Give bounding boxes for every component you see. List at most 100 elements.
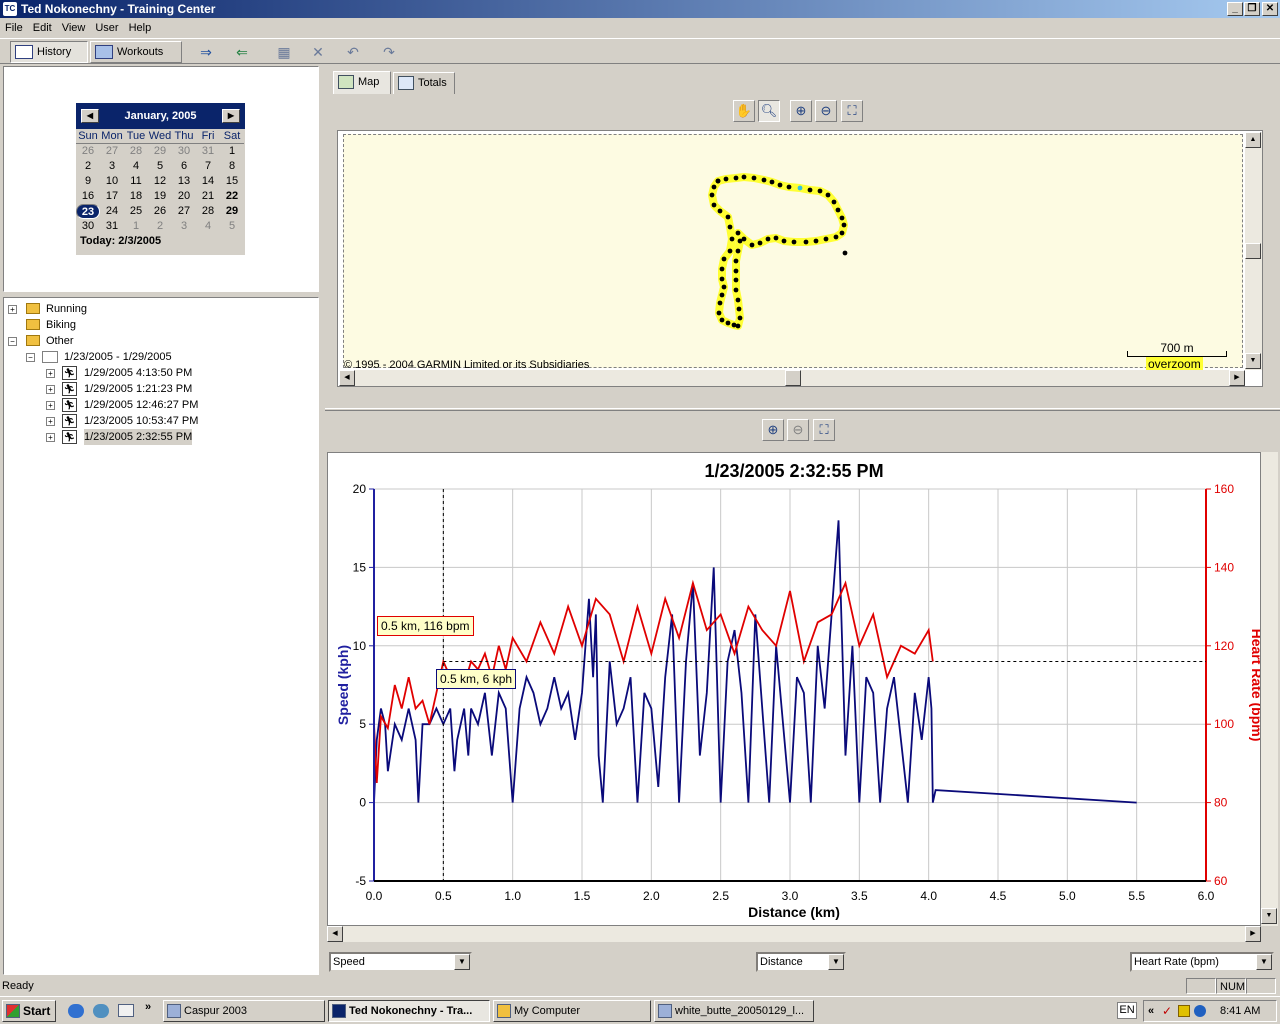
calendar-day[interactable]: 5 [148, 159, 172, 174]
chart-horizontal-scrollbar[interactable]: ◀ ▶ [327, 926, 1261, 942]
expand-icon[interactable]: + [46, 385, 55, 394]
calendar-day[interactable]: 18 [124, 189, 148, 204]
map-vertical-scrollbar[interactable]: ▲ ▼ [1245, 132, 1262, 370]
expand-icon[interactable]: + [46, 369, 55, 378]
prev-month-button[interactable]: ◀ [81, 109, 99, 123]
scroll-right-icon[interactable]: ▶ [1229, 370, 1245, 386]
calendar-day[interactable]: 26 [76, 144, 100, 159]
scroll-up-icon[interactable]: ▲ [1245, 132, 1261, 148]
calendar-day[interactable]: 29 [148, 144, 172, 159]
calendar-day[interactable]: 5 [220, 219, 244, 234]
calendar-day[interactable]: 4 [124, 159, 148, 174]
chart-zoom-in-button[interactable]: ⊕ [762, 419, 784, 441]
chart-zoom-out-button[interactable]: ⊖ [787, 419, 809, 441]
map-zoom-in-button[interactable]: ⊕ [790, 100, 812, 122]
ie-icon[interactable] [68, 1004, 84, 1018]
chart-svg[interactable]: 1/23/2005 2:32:55 PM 0.0 0.5 1.0 1.5 2.0 2.5 3… [328, 453, 1260, 925]
calendar-day[interactable]: 16 [76, 189, 100, 204]
calendar-day[interactable]: 11 [124, 174, 148, 189]
right-axis-select[interactable]: Heart Rate (bpm) ▼ [1130, 952, 1274, 972]
calendar-day[interactable]: 1 [220, 144, 244, 159]
scroll-down-icon[interactable]: ▼ [1261, 908, 1277, 924]
scroll-thumb[interactable] [1245, 243, 1261, 259]
dropdown-arrow-icon[interactable]: ▼ [828, 954, 844, 970]
calendar-day[interactable]: 28 [196, 204, 220, 219]
calendar-day[interactable]: 19 [148, 189, 172, 204]
tray-network-icon[interactable] [1194, 1005, 1206, 1017]
chart-vertical-scrollbar[interactable]: ▼ [1261, 452, 1278, 926]
calendar-day[interactable]: 26 [148, 204, 172, 219]
calendar-day[interactable]: 30 [76, 219, 100, 234]
calendar-day[interactable]: 23 [76, 204, 100, 219]
calendar-day[interactable]: 4 [196, 219, 220, 234]
chart-fit-button[interactable]: ⛶ [813, 419, 835, 441]
calendar-day[interactable]: 29 [220, 204, 244, 219]
calendar-day[interactable]: 31 [196, 144, 220, 159]
calendar-day[interactable]: 13 [172, 174, 196, 189]
menu-user[interactable]: User [90, 18, 123, 38]
tray-app-icon[interactable]: ✓ [1162, 1005, 1174, 1017]
restore-button[interactable]: ❐ [1244, 2, 1260, 16]
calendar-day[interactable]: 30 [172, 144, 196, 159]
calendar-day[interactable]: 25 [124, 204, 148, 219]
calendar-day[interactable]: 22 [220, 189, 244, 204]
menu-view[interactable]: View [57, 18, 91, 38]
scroll-down-icon[interactable]: ▼ [1245, 353, 1261, 369]
close-window-button[interactable]: ✕ [1262, 2, 1278, 16]
menu-file[interactable]: File [0, 18, 28, 38]
close-icon[interactable]: ✕ [308, 44, 328, 60]
workouts-button[interactable]: Workouts [90, 41, 182, 63]
language-indicator[interactable]: EN [1117, 1002, 1137, 1019]
expand-icon[interactable]: + [46, 401, 55, 410]
export-icon[interactable]: ⇐ [232, 44, 252, 60]
calendar-day[interactable]: 9 [76, 174, 100, 189]
zoom-tool-button[interactable]: 🔍︎ [758, 100, 780, 122]
calendar-day[interactable]: 7 [196, 159, 220, 174]
delete-page-icon[interactable]: ▦ [274, 44, 294, 60]
calendar-day[interactable]: 27 [172, 204, 196, 219]
map-canvas[interactable]: © 1995 - 2004 GARMIN Limited or its Subs… [343, 134, 1243, 371]
map-horizontal-scrollbar[interactable]: ◀ ▶ [339, 370, 1245, 386]
calendar-day[interactable]: 31 [100, 219, 124, 234]
minimize-button[interactable]: _ [1227, 2, 1243, 16]
expand-icon[interactable]: + [8, 305, 17, 314]
scroll-right-icon[interactable]: ▶ [1245, 926, 1261, 942]
menu-help[interactable]: Help [124, 18, 157, 38]
dropdown-arrow-icon[interactable]: ▼ [454, 954, 470, 970]
calendar-day[interactable]: 6 [172, 159, 196, 174]
taskbar-item-white-butte[interactable]: white_butte_20050129_l... [654, 1000, 814, 1022]
left-axis-select[interactable]: Speed ▼ [329, 952, 472, 972]
dropdown-arrow-icon[interactable]: ▼ [1256, 954, 1272, 970]
tray-app-icon[interactable] [1178, 1005, 1190, 1017]
scroll-left-icon[interactable]: ◀ [339, 370, 355, 386]
calendar-day[interactable]: 14 [196, 174, 220, 189]
mail-icon[interactable] [118, 1004, 134, 1017]
taskbar-item-caspur[interactable]: Caspur 2003 [163, 1000, 325, 1022]
calendar-day[interactable]: 12 [148, 174, 172, 189]
next-month-button[interactable]: ▶ [222, 109, 240, 123]
calendar-day[interactable]: 17 [100, 189, 124, 204]
scroll-thumb[interactable] [785, 370, 801, 386]
calendar-day[interactable]: 8 [220, 159, 244, 174]
calendar-day[interactable]: 20 [172, 189, 196, 204]
taskbar-item-my-computer[interactable]: My Computer [493, 1000, 651, 1022]
calendar-day[interactable]: 15 [220, 174, 244, 189]
map-zoom-out-button[interactable]: ⊖ [815, 100, 837, 122]
calendar-day[interactable]: 2 [76, 159, 100, 174]
calendar-day[interactable]: 3 [172, 219, 196, 234]
undo-icon[interactable]: ↶ [343, 44, 363, 60]
start-button[interactable]: Start [2, 1000, 56, 1022]
import-icon[interactable]: ⇒ [196, 44, 216, 60]
expand-icon[interactable]: + [46, 417, 55, 426]
collapse-icon[interactable]: − [8, 337, 17, 346]
calendar-today[interactable]: Today: 2/3/2005 [76, 234, 245, 249]
menu-edit[interactable]: Edit [28, 18, 57, 38]
calendar-day[interactable]: 27 [100, 144, 124, 159]
splitter[interactable] [325, 408, 1280, 411]
quick-launch-more-icon[interactable]: » [145, 1001, 151, 1013]
tray-expand-icon[interactable]: « [1148, 1001, 1154, 1021]
pan-tool-button[interactable]: ✋ [733, 100, 755, 122]
calendar-day[interactable]: 24 [100, 204, 124, 219]
collapse-icon[interactable]: − [26, 353, 35, 362]
tab-map[interactable]: Map [333, 71, 391, 94]
